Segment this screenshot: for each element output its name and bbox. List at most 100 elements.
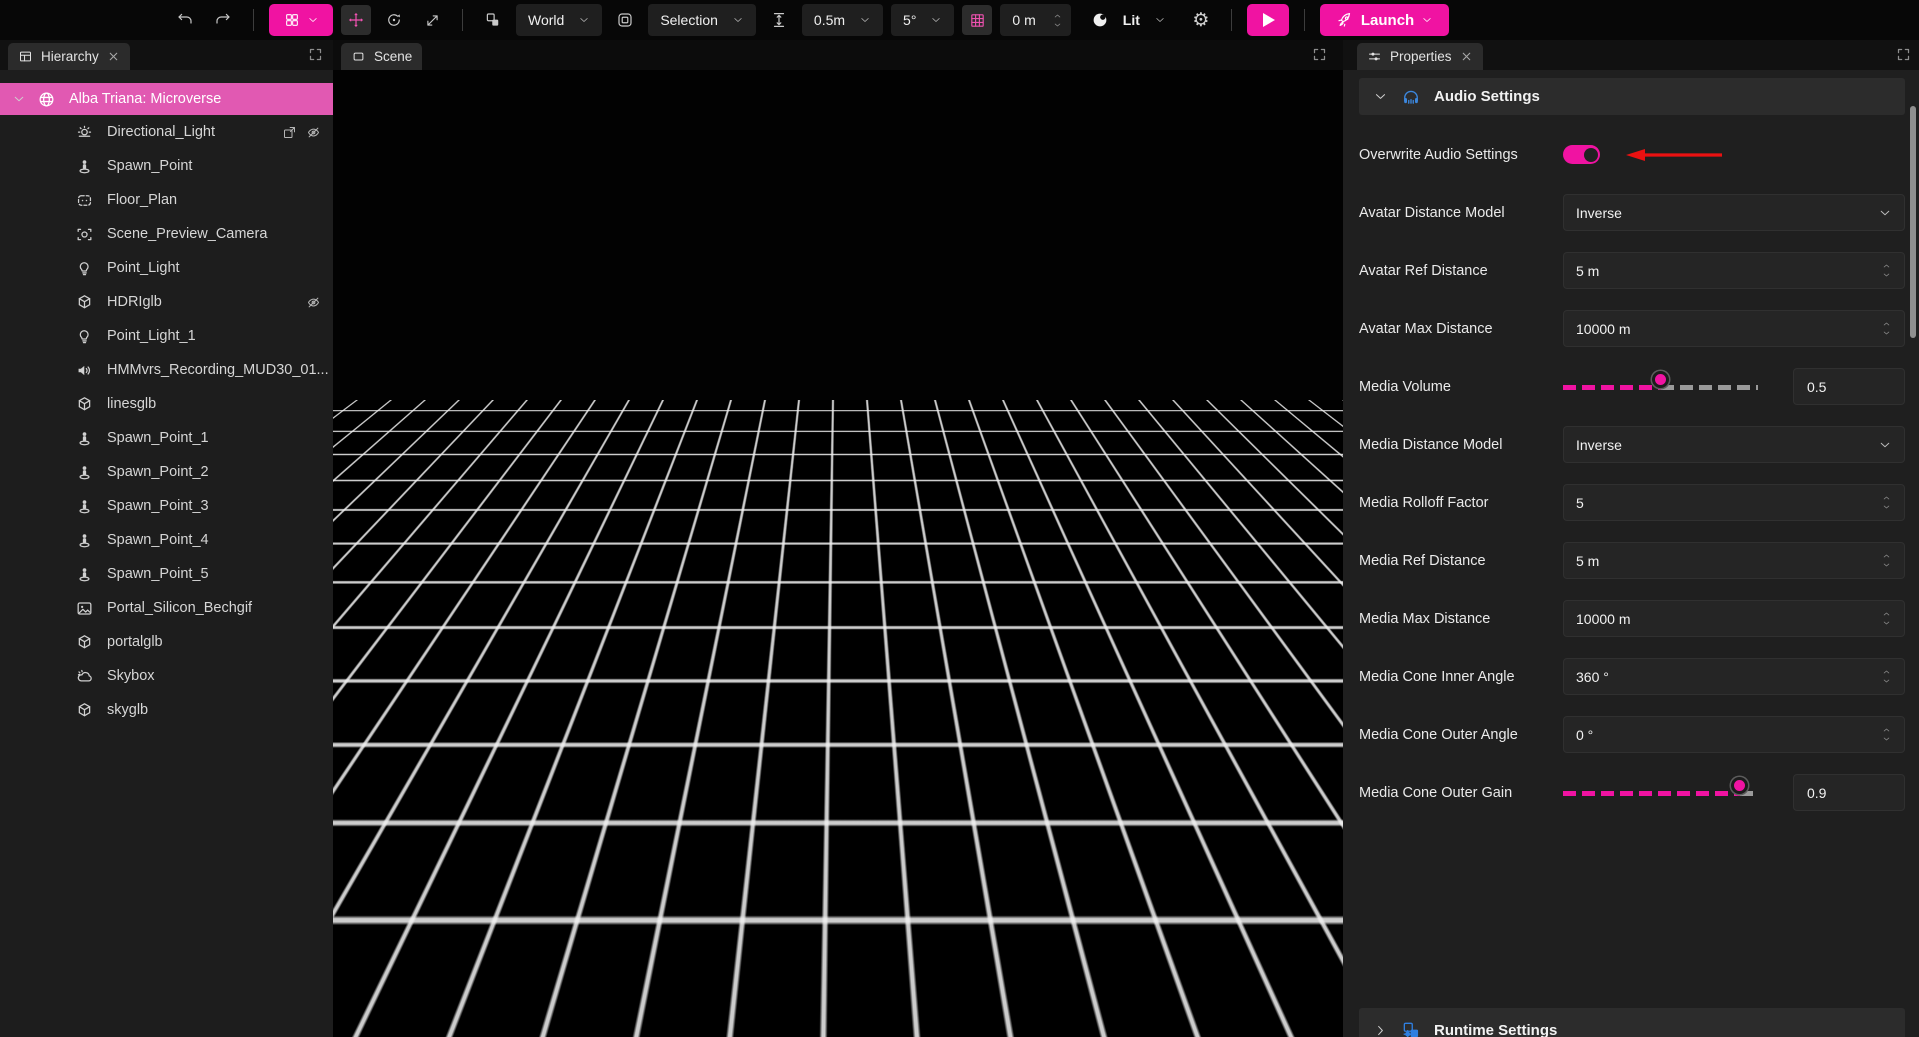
undo-button[interactable] — [170, 5, 200, 35]
chevron-down-icon — [1878, 438, 1892, 452]
eye-off-icon[interactable] — [306, 295, 321, 310]
expand-panel-icon[interactable] — [1896, 47, 1911, 62]
scale-tool-button[interactable] — [417, 5, 447, 35]
person-icon — [75, 463, 94, 482]
avatar-figure[interactable] — [794, 463, 816, 531]
hierarchy-item[interactable]: Point_Light — [0, 251, 333, 285]
asset-grid-button[interactable] — [269, 4, 333, 36]
stepper-arrows[interactable] — [1052, 12, 1063, 29]
expand-panel-icon[interactable] — [308, 47, 323, 62]
hierarchy-item[interactable]: Spawn_Point_2 — [0, 455, 333, 489]
grid-2x2-icon — [284, 12, 300, 28]
hierarchy-item[interactable]: Alba Triana: Microverse — [0, 83, 333, 115]
axis-gizmo[interactable]: X Z Y — [1211, 922, 1343, 1037]
tab-scene[interactable]: Scene — [341, 43, 422, 70]
hierarchy-item[interactable]: Portal_Silicon_Bechgif — [0, 591, 333, 625]
avatar-figure[interactable] — [660, 463, 682, 531]
stepper-arrows[interactable] — [1881, 262, 1892, 279]
hierarchy-item-label: HDRIglb — [107, 294, 306, 310]
stepper[interactable]: 5 — [1563, 484, 1905, 521]
slider[interactable] — [1563, 377, 1758, 397]
sliders-icon — [1367, 49, 1382, 64]
stepper-arrows[interactable] — [1881, 320, 1892, 337]
height-snap-stepper[interactable]: 0 m — [1000, 4, 1070, 36]
rotate-tool-button[interactable] — [379, 5, 409, 35]
settings-button[interactable]: ⚙ — [1186, 5, 1216, 35]
hierarchy-item[interactable]: Skybox — [0, 659, 333, 693]
hierarchy-item-label: Spawn_Point_1 — [107, 430, 333, 446]
properties-tabstrip: Properties — [1343, 40, 1919, 70]
portal-object[interactable] — [878, 433, 956, 519]
pivot-button[interactable] — [610, 5, 640, 35]
slider-knob[interactable] — [1731, 777, 1748, 794]
dropdown[interactable]: Inverse — [1563, 194, 1905, 231]
properties-scrollbar[interactable] — [1910, 106, 1916, 338]
avatar-figure[interactable] — [638, 460, 660, 528]
stepper[interactable]: 5 m — [1563, 542, 1905, 579]
scene-3d-view[interactable]: X Z Y FFocusQERotateGGrabEscDeselect — [333, 70, 1343, 1037]
slider-value-box[interactable]: 0.9 — [1793, 774, 1905, 811]
snap-range-button[interactable] — [764, 5, 794, 35]
angle-snap-dropdown[interactable]: 5° — [891, 4, 954, 36]
hierarchy-item[interactable]: Scene_Preview_Camera — [0, 217, 333, 251]
chevron-down-icon — [1373, 89, 1388, 104]
slider-knob[interactable] — [1652, 371, 1669, 388]
hierarchy-item[interactable]: Spawn_Point_1 — [0, 421, 333, 455]
audio-settings-header[interactable]: Audio Settings — [1359, 78, 1905, 115]
stepper-arrows[interactable] — [1881, 668, 1892, 685]
play-button[interactable] — [1247, 4, 1289, 36]
launch-button[interactable]: Launch — [1320, 4, 1449, 36]
stepper[interactable]: 5 m — [1563, 252, 1905, 289]
dropdown[interactable]: Inverse — [1563, 426, 1905, 463]
move-tool-button[interactable] — [341, 5, 371, 35]
shading-mode-dropdown[interactable]: Lit — [1079, 4, 1178, 36]
tab-properties[interactable]: Properties — [1357, 43, 1483, 70]
hierarchy-item[interactable]: Floor_Plan — [0, 183, 333, 217]
avatar-figure[interactable] — [770, 459, 792, 527]
selection-dropdown[interactable]: Selection — [648, 4, 756, 36]
hierarchy-item[interactable]: Spawn_Point_3 — [0, 489, 333, 523]
eye-off-icon[interactable] — [306, 125, 321, 140]
hierarchy-item[interactable]: Point_Light_1 — [0, 319, 333, 353]
chevron-down-icon — [1052, 21, 1063, 29]
slider[interactable] — [1563, 783, 1758, 803]
stepper-arrows[interactable] — [1881, 726, 1892, 743]
stepper[interactable]: 10000 m — [1563, 310, 1905, 347]
world-dropdown[interactable]: World — [516, 4, 602, 36]
avatar-figure[interactable] — [726, 461, 748, 529]
hierarchy-item[interactable]: linesglb — [0, 387, 333, 421]
hierarchy-tabstrip: Hierarchy — [0, 40, 333, 70]
slider-value-box[interactable]: 0.5 — [1793, 368, 1905, 405]
stepper[interactable]: 0 ° — [1563, 716, 1905, 753]
scene-window-icon — [351, 49, 366, 64]
stepper[interactable]: 10000 m — [1563, 600, 1905, 637]
grid-size-dropdown[interactable]: 0.5m — [802, 4, 883, 36]
expand-viewport-icon[interactable] — [1312, 47, 1327, 62]
hierarchy-item[interactable]: Spawn_Point_5 — [0, 557, 333, 591]
stepper-arrows[interactable] — [1881, 610, 1892, 627]
runtime-settings-header[interactable]: Runtime Settings — [1359, 1008, 1905, 1037]
hierarchy-item[interactable]: Spawn_Point_4 — [0, 523, 333, 557]
stepper-arrows[interactable] — [1881, 494, 1892, 511]
transform-space-button[interactable] — [478, 5, 508, 35]
close-icon[interactable] — [107, 50, 120, 63]
tab-hierarchy[interactable]: Hierarchy — [8, 43, 130, 70]
close-icon[interactable] — [1460, 50, 1473, 63]
overwrite-audio-toggle[interactable] — [1563, 145, 1600, 164]
grid-snap-toggle[interactable] — [962, 5, 992, 35]
hierarchy-item-label: Spawn_Point_5 — [107, 566, 333, 582]
stepper-arrows[interactable] — [1881, 552, 1892, 569]
hierarchy-item-label: Spawn_Point_4 — [107, 532, 333, 548]
hierarchy-item[interactable]: Directional_Light — [0, 115, 333, 149]
hierarchy-item[interactable]: HMMvrs_Recording_MUD30_01... — [0, 353, 333, 387]
redo-button[interactable] — [208, 5, 238, 35]
hierarchy-item[interactable]: portalglb — [0, 625, 333, 659]
hierarchy-item[interactable]: skyglb — [0, 693, 333, 727]
chevron-up-icon — [1052, 12, 1063, 20]
hierarchy-item[interactable]: Spawn_Point — [0, 149, 333, 183]
stepper[interactable]: 360 ° — [1563, 658, 1905, 695]
avatar-figure[interactable] — [704, 466, 726, 534]
hierarchy-item[interactable]: HDRIglb — [0, 285, 333, 319]
frame-icon[interactable] — [282, 125, 297, 140]
avatar-figure[interactable] — [682, 460, 704, 528]
